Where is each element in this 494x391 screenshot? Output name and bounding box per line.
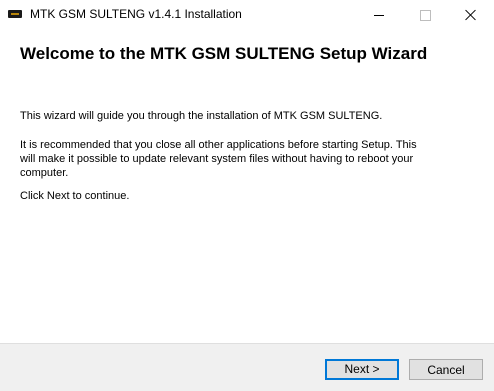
minimize-button[interactable] bbox=[356, 0, 402, 30]
maximize-icon bbox=[419, 9, 431, 21]
button-bar: Next > Cancel bbox=[0, 343, 494, 391]
minimize-icon bbox=[374, 14, 384, 16]
close-icon bbox=[465, 9, 477, 21]
maximize-button bbox=[402, 0, 448, 30]
app-icon bbox=[8, 10, 22, 18]
recommendation-text: It is recommended that you close all oth… bbox=[20, 139, 417, 179]
page-title: Welcome to the MTK GSM SULTENG Setup Wiz… bbox=[20, 44, 428, 63]
window-title: MTK GSM SULTENG v1.4.1 Installation bbox=[30, 7, 242, 21]
intro-text: This wizard will guide you through the i… bbox=[20, 110, 383, 122]
close-button[interactable] bbox=[448, 0, 494, 30]
instruction-text: Click Next to continue. bbox=[20, 190, 130, 202]
title-bar[interactable]: MTK GSM SULTENG v1.4.1 Installation bbox=[0, 0, 494, 30]
cancel-button[interactable]: Cancel bbox=[409, 359, 483, 380]
next-button[interactable]: Next > bbox=[325, 359, 399, 380]
